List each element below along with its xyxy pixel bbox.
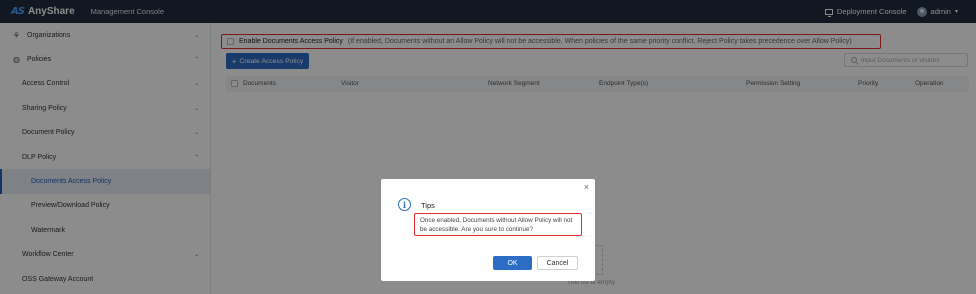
info-icon: i xyxy=(398,198,411,211)
ok-button[interactable]: OK xyxy=(493,256,532,270)
cancel-button[interactable]: Cancel xyxy=(537,256,578,270)
dialog-title: Tips xyxy=(421,201,435,210)
close-icon[interactable]: × xyxy=(584,182,589,192)
dialog-message: Once enabled, Documents without Allow Po… xyxy=(414,213,582,236)
tips-dialog: × i Tips Once enabled, Documents without… xyxy=(381,179,595,281)
